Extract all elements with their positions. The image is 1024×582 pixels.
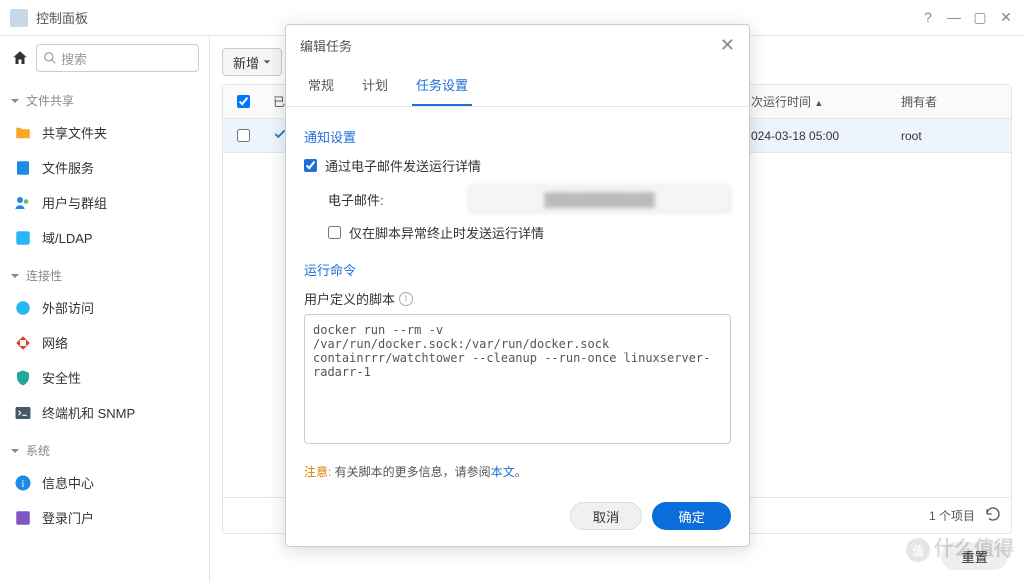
login-portal-icon bbox=[14, 509, 32, 527]
modal-title: 编辑任务 bbox=[300, 36, 352, 55]
sidebar-item-network[interactable]: 网络 bbox=[0, 325, 209, 360]
only-on-error-checkbox[interactable]: 仅在脚本异常终止时发送运行详情 bbox=[328, 223, 731, 242]
cell-next-run: 024-03-18 05:00 bbox=[741, 129, 891, 143]
column-next-run[interactable]: 次运行时间 ▲ bbox=[741, 93, 891, 110]
sidebar-group-connectivity[interactable]: 连接性 bbox=[0, 261, 209, 290]
window-controls: ? — ▢ ✕ bbox=[920, 9, 1014, 26]
folder-icon bbox=[14, 124, 32, 142]
tab-schedule[interactable]: 计划 bbox=[358, 65, 392, 106]
sidebar: 搜索 文件共享 共享文件夹 文件服务 用户与群组 域/LDAP 连接性 bbox=[0, 36, 210, 582]
sidebar-item-shared-folder[interactable]: 共享文件夹 bbox=[0, 115, 209, 150]
info-icon: i bbox=[14, 474, 32, 492]
shield-icon bbox=[14, 369, 32, 387]
sidebar-item-login-portal[interactable]: 登录门户 bbox=[0, 500, 209, 535]
item-count: 1 个项目 bbox=[929, 507, 975, 524]
users-icon bbox=[14, 194, 32, 212]
script-textarea[interactable] bbox=[304, 314, 731, 444]
edit-task-modal: 编辑任务 ✕ 常规 计划 任务设置 通知设置 通过电子邮件发送运行详情 电子邮件… bbox=[285, 24, 750, 547]
search-input[interactable]: 搜索 bbox=[36, 44, 199, 72]
modal-tabs: 常规 计划 任务设置 bbox=[286, 65, 749, 107]
tab-task-settings[interactable]: 任务设置 bbox=[412, 65, 472, 106]
sidebar-group-system[interactable]: 系统 bbox=[0, 436, 209, 465]
script-label: 用户定义的脚本 bbox=[304, 289, 395, 308]
maximize-icon[interactable]: ▢ bbox=[972, 9, 988, 26]
file-services-icon bbox=[14, 159, 32, 177]
help-icon[interactable]: ? bbox=[920, 9, 936, 26]
note-link[interactable]: 本文 bbox=[491, 465, 515, 479]
run-command-section-title: 运行命令 bbox=[304, 260, 731, 279]
info-tooltip-icon[interactable]: i bbox=[399, 292, 413, 306]
terminal-icon bbox=[14, 404, 32, 422]
app-icon bbox=[10, 9, 28, 27]
ldap-icon bbox=[14, 229, 32, 247]
modal-footer: 取消 确定 bbox=[286, 490, 749, 546]
select-all-checkbox[interactable] bbox=[237, 95, 250, 108]
close-window-icon[interactable]: ✕ bbox=[998, 9, 1014, 26]
sidebar-item-users-groups[interactable]: 用户与群组 bbox=[0, 185, 209, 220]
refresh-icon[interactable] bbox=[985, 506, 1001, 525]
sidebar-item-info-center[interactable]: i 信息中心 bbox=[0, 465, 209, 500]
script-note: 注意: 有关脚本的更多信息，请参阅本文。 bbox=[304, 463, 731, 480]
search-placeholder: 搜索 bbox=[61, 49, 87, 68]
cell-owner: root bbox=[891, 129, 1011, 143]
email-label: 电子邮件: bbox=[328, 190, 458, 209]
network-icon bbox=[14, 334, 32, 352]
minimize-icon[interactable]: — bbox=[946, 9, 962, 26]
add-button[interactable]: 新增 bbox=[222, 48, 282, 76]
sidebar-item-file-services[interactable]: 文件服务 bbox=[0, 150, 209, 185]
notification-section-title: 通知设置 bbox=[304, 127, 731, 146]
home-icon[interactable] bbox=[10, 48, 30, 68]
email-field[interactable]: ████████████ bbox=[468, 185, 731, 213]
sidebar-item-domain-ldap[interactable]: 域/LDAP bbox=[0, 220, 209, 255]
email-notification-checkbox[interactable]: 通过电子邮件发送运行详情 bbox=[304, 156, 731, 175]
cancel-button[interactable]: 取消 bbox=[570, 502, 643, 530]
row-select-checkbox[interactable] bbox=[237, 129, 250, 142]
sidebar-item-terminal-snmp[interactable]: 终端机和 SNMP bbox=[0, 395, 209, 430]
tab-general[interactable]: 常规 bbox=[304, 65, 338, 106]
external-access-icon bbox=[14, 299, 32, 317]
sidebar-item-security[interactable]: 安全性 bbox=[0, 360, 209, 395]
close-icon[interactable]: ✕ bbox=[720, 35, 735, 56]
confirm-button[interactable]: 确定 bbox=[652, 502, 731, 530]
sidebar-item-external-access[interactable]: 外部访问 bbox=[0, 290, 209, 325]
svg-text:i: i bbox=[22, 478, 25, 489]
column-owner[interactable]: 拥有者 bbox=[891, 93, 1011, 110]
reset-button[interactable]: 重置 bbox=[941, 542, 1008, 570]
sidebar-group-fileshare[interactable]: 文件共享 bbox=[0, 86, 209, 115]
modal-body: 通知设置 通过电子邮件发送运行详情 电子邮件: ████████████ 仅在脚… bbox=[286, 107, 749, 490]
